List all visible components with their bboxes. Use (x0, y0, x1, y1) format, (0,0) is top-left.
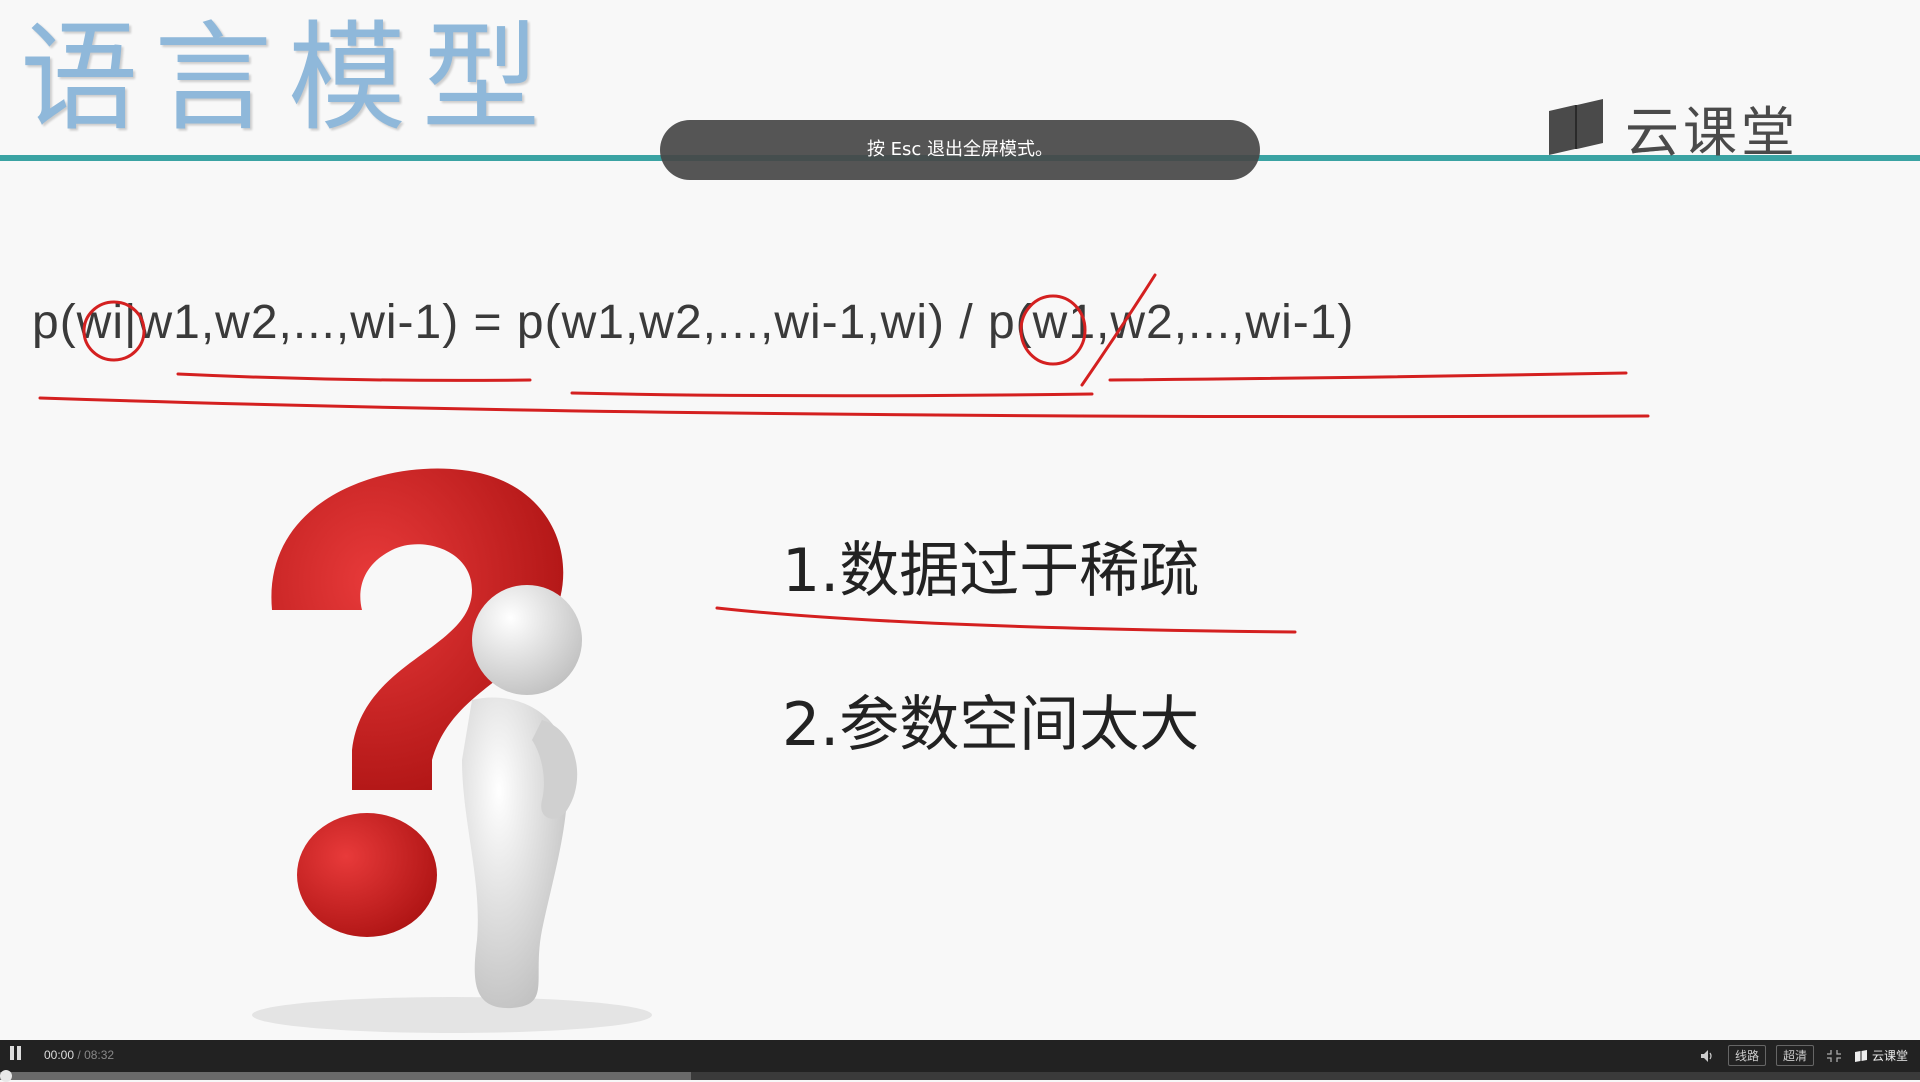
pause-button[interactable] (8, 1046, 24, 1064)
brand-logo: 云课堂 (1545, 88, 1799, 167)
book-logo-icon (1549, 98, 1603, 155)
pause-icon-bar (17, 1046, 21, 1060)
player-right-controls: 线路 超清 云课堂 (1698, 1045, 1908, 1066)
probability-formula: p(wi|w1,w2,...,wi-1) = p(w1,w2,...,wi-1,… (32, 296, 1355, 349)
player-brand: 云课堂 (1854, 1047, 1908, 1064)
time-display: 00:00 / 08:32 (44, 1048, 114, 1062)
point-data-sparse: 1.数据过于稀疏 (782, 536, 1200, 606)
time-separator: / (77, 1048, 81, 1062)
fullscreen-exit-toast: 按 Esc 退出全屏模式。 (660, 120, 1260, 180)
book-logo-icon (1854, 1049, 1867, 1062)
exit-fullscreen-icon (1826, 1049, 1841, 1062)
video-slide: 语言模型 云课堂 p(wi|w1,w2,...,wi-1) = p(w1,w2,… (0, 0, 1920, 1040)
progress-bar[interactable] (0, 1070, 1920, 1082)
current-time: 00:00 (44, 1048, 75, 1062)
point-parameter-space: 2.参数空间太大 (782, 690, 1200, 760)
question-mark-figure-illustration (252, 468, 652, 1033)
pause-icon (10, 1046, 14, 1060)
duration: 08:32 (84, 1048, 115, 1062)
progress-handle[interactable] (0, 1070, 12, 1082)
player-control-bar: 00:00 / 08:32 线路 超清 云课堂 (0, 1040, 1920, 1082)
brand-name: 云课堂 (1625, 101, 1799, 164)
quality-selector[interactable]: 超清 (1775, 1045, 1814, 1066)
slide-title: 语言模型 (20, 9, 557, 147)
volume-button[interactable] (1698, 1047, 1718, 1065)
speaker-icon (1700, 1049, 1712, 1062)
exit-fullscreen-button[interactable] (1824, 1047, 1844, 1065)
buffered-range (0, 1072, 692, 1080)
line-selector[interactable]: 线路 (1727, 1045, 1766, 1066)
player-brand-label: 云课堂 (1871, 1049, 1908, 1063)
